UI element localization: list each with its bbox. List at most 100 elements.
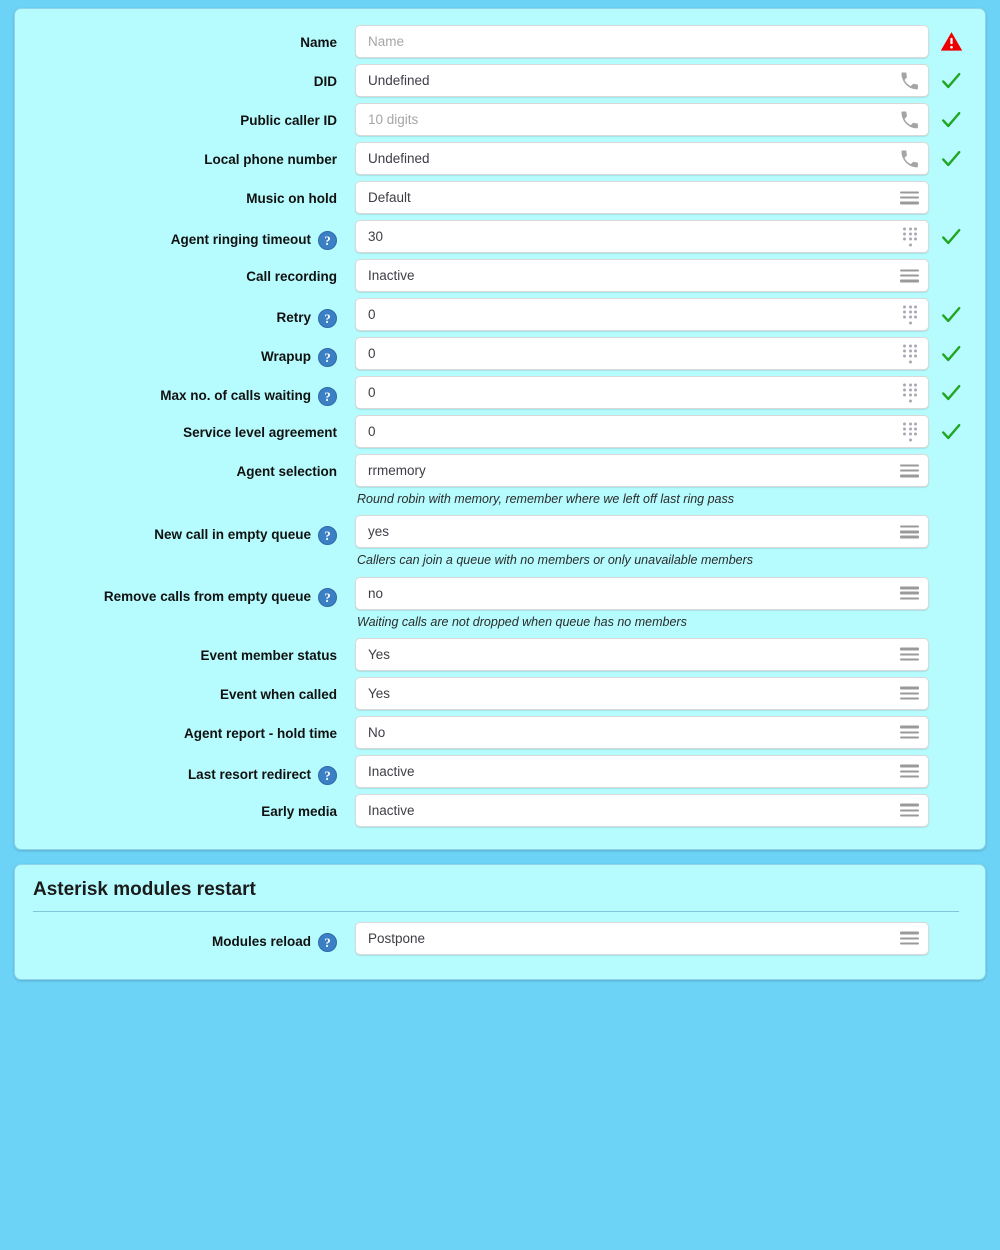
help-icon[interactable]: ? [318,526,337,546]
select-field[interactable]: Default [355,181,929,214]
form-row-label: Last resort redirect? [15,755,355,785]
form-row-label: Agent ringing timeout? [15,220,355,250]
hamburger-menu-icon [900,725,919,739]
hamburger-menu-icon [900,269,919,282]
form-row-field: rrmemory Round robin with memory, remembe… [355,454,973,509]
select-field[interactable]: Inactive [355,754,929,788]
form-row-field: Postpone [355,921,973,955]
field-icon-slot[interactable] [901,227,919,247]
form-row-field: Undefined [355,142,973,175]
select-field[interactable]: Postpone [355,921,929,955]
help-icon[interactable]: ? [318,587,337,607]
status-slot [929,31,973,52]
valid-check-icon [942,228,961,244]
label-text: Modules reload [211,933,311,949]
form-row: Retry? 0 [15,298,973,331]
field-line: yes [355,515,973,549]
number-input[interactable]: 0 [355,337,929,370]
form-row-label: Public caller ID [15,103,355,129]
select-field[interactable]: No [355,715,929,749]
text-input[interactable]: 10 digits [355,103,929,136]
label-text: Name [300,35,337,50]
label-text: Last resort redirect [187,766,311,782]
form-row-label: Modules reload? [15,922,355,952]
form-row-label: Max no. of calls waiting? [15,376,355,406]
field-icon-slot[interactable] [901,422,919,442]
form-row-label: Service level agreement [15,415,355,441]
label-text: DID [313,74,337,89]
status-slot [929,226,973,248]
select-field[interactable]: rrmemory [355,454,929,487]
form-row-label: New call in empty queue? [15,515,355,546]
number-input[interactable]: 0 [355,376,929,409]
label-text: Music on hold [246,191,337,206]
field-value: Undefined [368,73,430,88]
dialpad-icon [901,227,919,247]
settings-page: Name Name DID Undefined Public caller ID 10 d… [0,0,1000,1250]
field-icon-slot [899,110,919,130]
field-line: 0 [355,415,973,448]
field-value: Yes [368,646,391,662]
help-icon[interactable]: ? [318,765,337,785]
help-icon[interactable]: ? [318,387,337,406]
field-value: Inactive [368,802,415,818]
field-value: 10 digits [368,112,419,127]
field-icon-slot[interactable] [900,725,919,739]
hamburger-menu-icon [900,525,919,539]
select-field[interactable]: Yes [355,676,929,710]
form-row-field: 10 digits [355,103,973,136]
field-value: 0 [368,346,376,361]
field-icon-slot[interactable] [900,647,919,661]
form-row-label: Retry? [15,298,355,328]
label-text: Wrapup [261,349,311,365]
hamburger-menu-icon [900,464,919,477]
field-icon-slot[interactable] [900,191,919,204]
queue-settings-panel: Name Name DID Undefined Public caller ID 10 d… [14,8,986,850]
form-row: Last resort redirect? Inactive [15,754,973,788]
field-line: Yes [355,637,973,671]
field-icon-slot[interactable] [900,686,919,700]
label-text: Event when called [219,686,337,702]
form-row-field: Yes [355,637,973,671]
field-icon-slot[interactable] [900,931,919,945]
field-icon-slot[interactable] [900,764,919,778]
help-icon[interactable]: ? [318,932,337,952]
number-input[interactable]: 0 [355,415,929,448]
field-icon-slot[interactable] [901,305,919,325]
field-icon-slot[interactable] [900,464,919,477]
help-icon[interactable]: ? [318,309,337,328]
field-line: Undefined [355,142,973,175]
text-input[interactable]: Undefined [355,142,929,175]
field-value: Name [368,34,405,49]
form-row-label: Remove calls from empty queue? [15,577,355,607]
status-slot [929,70,973,92]
select-field[interactable]: Inactive [355,793,929,827]
label-text: Max no. of calls waiting [160,388,311,404]
field-line: Undefined [355,64,973,97]
field-icon-slot[interactable] [901,344,919,364]
field-icon-slot[interactable] [901,383,919,403]
number-input[interactable]: 0 [355,298,929,331]
field-icon-slot[interactable] [900,803,919,817]
help-icon[interactable]: ? [318,348,337,367]
select-field[interactable]: Inactive [355,259,929,292]
text-input[interactable]: Name [355,25,929,58]
field-value: yes [368,524,390,540]
field-value: Undefined [368,151,430,166]
form-row-field: yes Callers can join a queue with no memb… [355,515,973,570]
status-slot [929,343,973,365]
text-input[interactable]: Undefined [355,64,929,97]
field-icon-slot[interactable] [900,586,919,600]
help-icon[interactable]: ? [318,231,337,250]
select-field[interactable]: no [355,576,929,610]
number-input[interactable]: 30 [355,220,929,253]
field-icon-slot[interactable] [900,525,919,539]
select-field[interactable]: yes [355,515,929,549]
field-value: No [368,724,386,740]
form-row-label: Event when called [15,677,355,703]
field-icon-slot[interactable] [900,269,919,282]
select-field[interactable]: Yes [355,637,929,671]
modules-restart-form: Modules reload? Postpone [15,921,973,955]
field-helper-text: Round robin with memory, remember where … [357,492,735,506]
hamburger-menu-icon [900,191,919,204]
